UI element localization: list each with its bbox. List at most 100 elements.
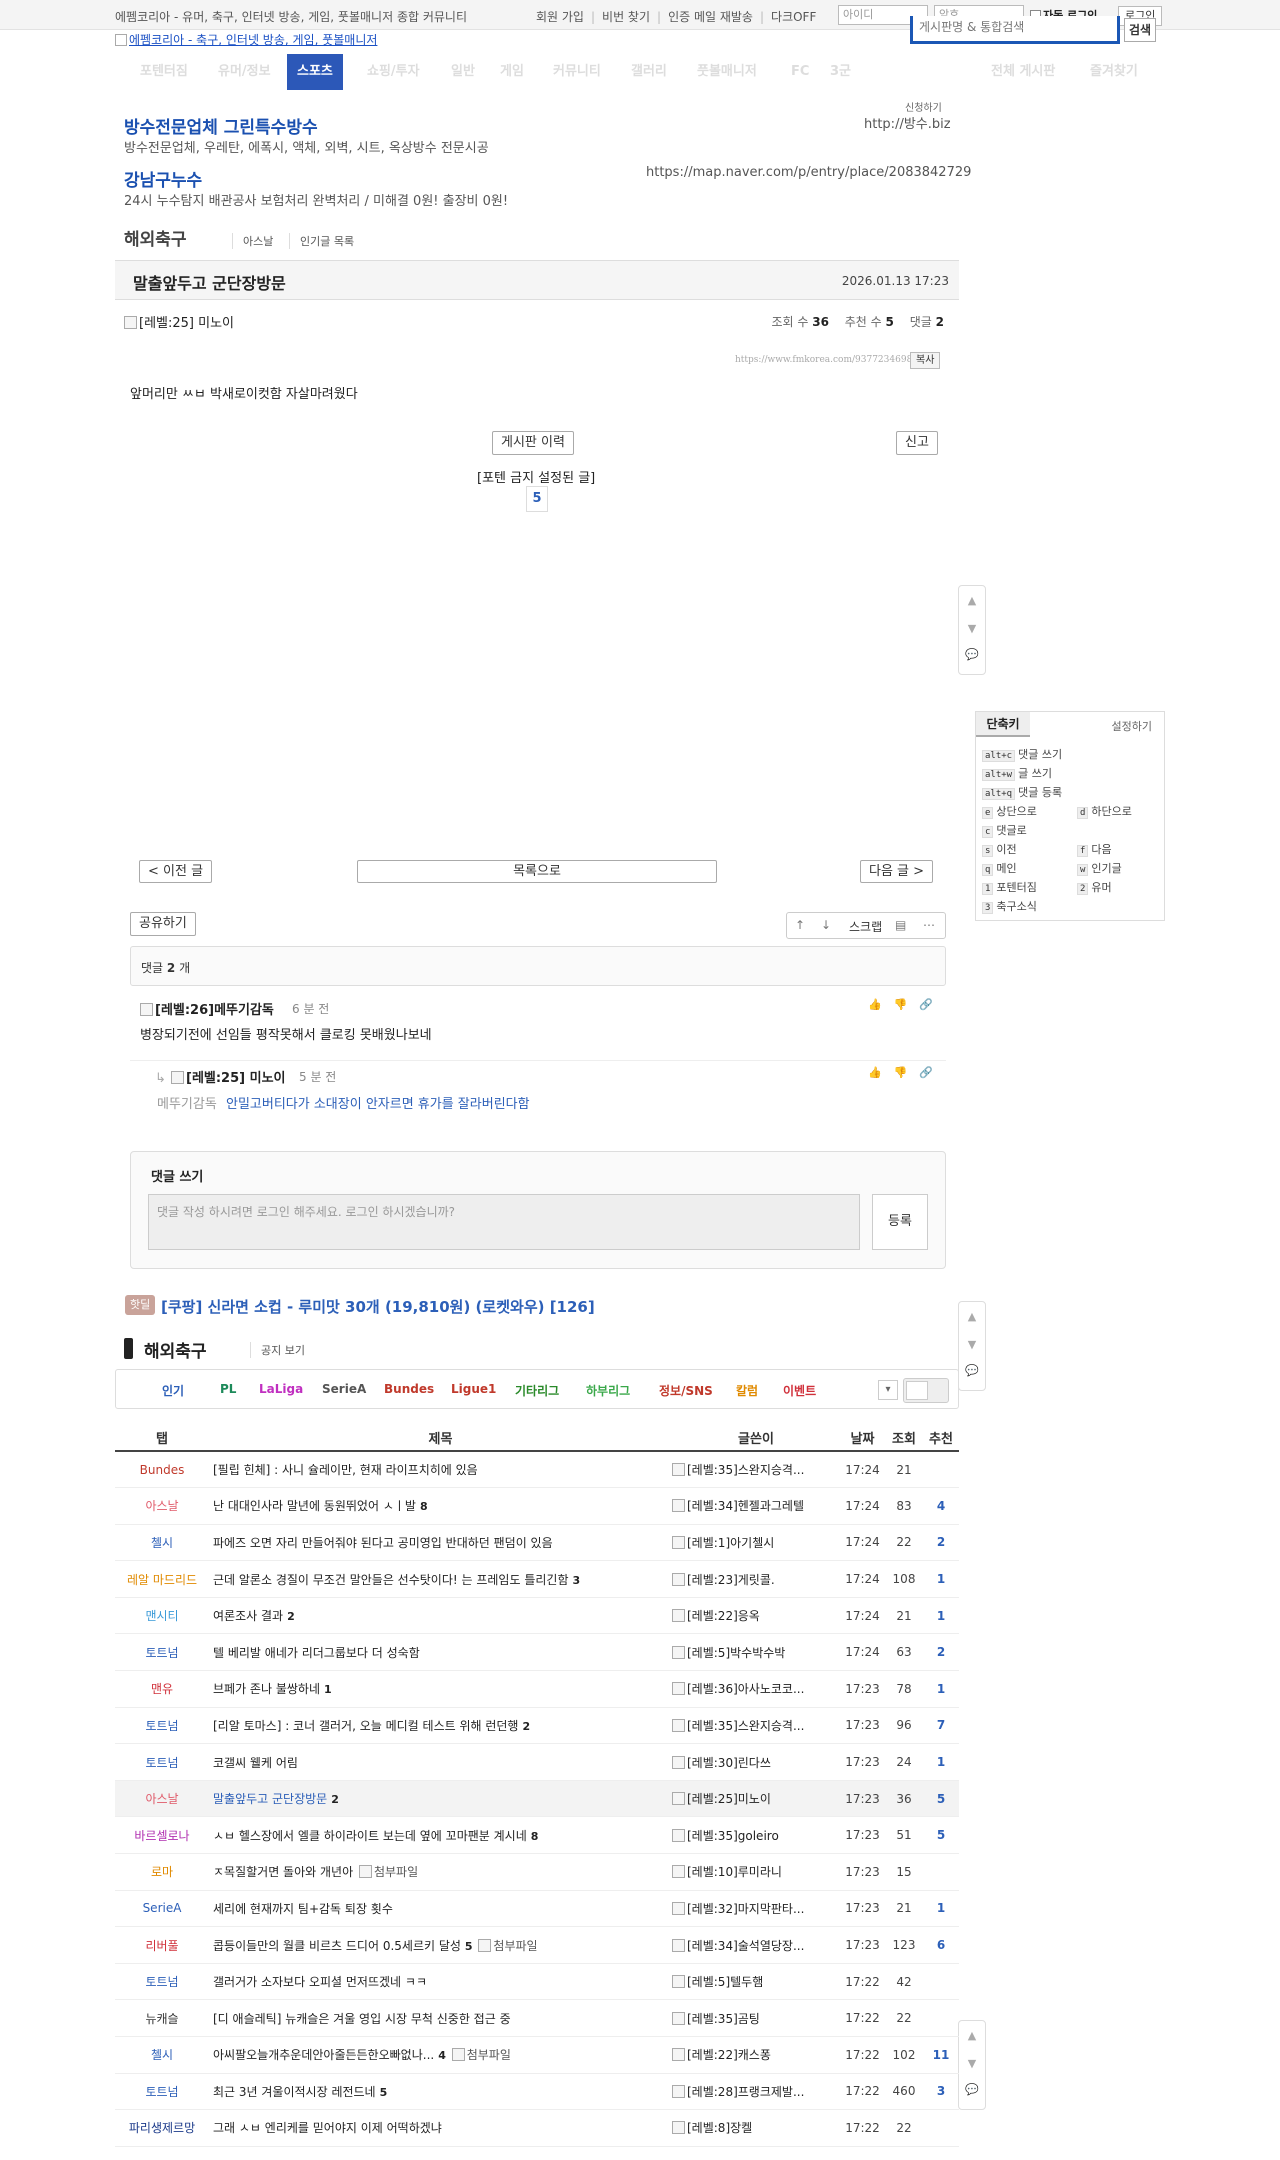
nav-item-shopping[interactable]: 쇼핑/투자: [367, 54, 420, 90]
row-author[interactable]: [레벨:35]곰팅: [672, 1999, 840, 2037]
row-author[interactable]: [레벨:25]미노이: [672, 1780, 840, 1818]
table-row[interactable]: 로마 ㅈ목질할거면 돌아와 개년아 첨부파일 [레벨:10]루미라니 17:23 15: [115, 1853, 959, 1891]
comment-author[interactable]: [레벨:25] 미노이: [171, 1067, 286, 1086]
scroll-bottom-icon[interactable]: ▼: [959, 1338, 985, 1351]
board-link-arsenal[interactable]: 아스날: [232, 233, 273, 249]
post-title-link[interactable]: 난 대대인사라 말년에 동원뛰었어 ㅅㅣ발: [213, 1499, 416, 1513]
post-title-link[interactable]: 갤러거가 소자보다 오피셜 먼저뜨겠네 ㅋㅋ: [213, 1975, 427, 1989]
chevron-down-icon[interactable]: ▾: [878, 1380, 898, 1400]
category-tab[interactable]: 기타리그: [515, 1382, 559, 1399]
row-title[interactable]: [디 애슬레틱] 뉴캐슬은 겨울 영입 시장 무척 신중한 접근 중: [209, 1999, 672, 2037]
row-category[interactable]: 첼시: [115, 2036, 209, 2074]
nav-item-general[interactable]: 일반: [451, 54, 475, 90]
site-logo[interactable]: 에펨코리아 - 축구, 인터넷 방송, 게임, 풋볼매니저: [115, 31, 377, 48]
scroll-top-icon[interactable]: ▲: [959, 1310, 985, 1323]
report-button[interactable]: 신고: [896, 431, 938, 455]
thumbs-up-icon[interactable]: 👍: [868, 998, 894, 1011]
nav-item-fc[interactable]: FC: [791, 54, 809, 90]
row-title[interactable]: 파에즈 오면 자리 만들어줘야 된다고 공미영입 반대하던 팬덤이 있음: [209, 1524, 672, 1562]
nav-item-community[interactable]: 커뮤니티: [553, 54, 601, 90]
table-row[interactable]: 첼시 파에즈 오면 자리 만들어줘야 된다고 공미영입 반대하던 팬덤이 있음 [레…: [115, 1524, 959, 1562]
row-author[interactable]: [레벨:35]스완지승격...: [672, 1451, 840, 1489]
find-password-link[interactable]: 비번 찾기: [602, 10, 650, 24]
row-title[interactable]: 콥등이들만의 월클 비르츠 드디어 0.5세르키 달성 5 첨부파일: [209, 1926, 672, 1964]
board-history-button[interactable]: 게시판 이력: [492, 431, 574, 455]
thumbs-down-icon[interactable]: 👎: [894, 1066, 920, 1079]
table-row[interactable]: 첼시 아씨팔오늘개추운데안아줄든든한오빠없나... 4 첨부파일 [레벨:22]캐스퐁…: [115, 2036, 959, 2074]
nav-item-sports[interactable]: 스포츠: [287, 54, 343, 90]
table-row[interactable]: SerieA 세리에 현재까지 팀+감독 퇴장 횟수 [레벨:32]마지막판타...…: [115, 1890, 959, 1928]
row-title[interactable]: [필립 힌체] : 사니 슐레이만, 현재 라이프치히에 있음: [209, 1451, 672, 1489]
post-title-link[interactable]: 여론조사 결과: [213, 1609, 283, 1623]
comment-icon[interactable]: 💬: [959, 648, 985, 661]
scroll-bottom-icon[interactable]: ▼: [959, 2057, 985, 2070]
post-title-link[interactable]: 말출앞두고 군단장방문: [213, 1792, 327, 1806]
table-row[interactable]: 맨시티 여론조사 결과 2 [레벨:22]응옥 17:24 21 1: [115, 1597, 959, 1635]
row-category[interactable]: 토트넘: [115, 1743, 209, 1781]
row-category[interactable]: 리버풀: [115, 1926, 209, 1964]
post-title-link[interactable]: [필립 힌체] : 사니 슐레이만, 현재 라이프치히에 있음: [213, 1463, 478, 1477]
category-tab[interactable]: Bundes: [384, 1382, 434, 1396]
row-author[interactable]: [레벨:22]응옥: [672, 1597, 840, 1635]
search-input[interactable]: 게시판명 & 통합검색: [910, 16, 1120, 44]
table-row[interactable]: Bundes [필립 힌체] : 사니 슐레이만, 현재 라이프치히에 있음 [레벨…: [115, 1451, 959, 1489]
row-title[interactable]: 난 대대인사라 말년에 동원뛰었어 ㅅㅣ발 8: [209, 1487, 672, 1525]
post-url[interactable]: https://www.fmkorea.com/9377234698: [735, 355, 912, 365]
row-author[interactable]: [레벨:35]goleiro: [672, 1816, 840, 1855]
arrow-down-icon[interactable]: ↓: [821, 918, 831, 932]
row-author[interactable]: [레벨:32]마지막판타...: [672, 1890, 840, 1928]
table-row[interactable]: 뉴캐슬 [디 애슬레틱] 뉴캐슬은 겨울 영입 시장 무척 신중한 접근 중 [레벨…: [115, 1999, 959, 2037]
chart-icon[interactable]: ▤: [895, 918, 906, 932]
share-button[interactable]: 공유하기: [130, 912, 196, 936]
prev-post-button[interactable]: < 이전 글: [139, 860, 213, 883]
row-author[interactable]: [레벨:23]게릿콜.: [672, 1560, 840, 1598]
signup-link[interactable]: 회원 가입: [536, 10, 584, 24]
ad-title[interactable]: 강남구누수: [124, 166, 202, 191]
row-author[interactable]: [레벨:28]프랭크제발...: [672, 2073, 840, 2111]
row-author[interactable]: [레벨:8]장켈: [672, 2109, 840, 2147]
next-post-button[interactable]: 다음 글 >: [860, 860, 934, 883]
table-row[interactable]: 아스날 난 대대인사라 말년에 동원뛰었어 ㅅㅣ발 8 [레벨:34]헨젤과그레텔 17…: [115, 1487, 959, 1525]
row-title[interactable]: 말출앞두고 군단장방문 2: [209, 1780, 672, 1818]
post-title-link[interactable]: 브페가 존나 불쌍하네: [213, 1682, 320, 1696]
table-row[interactable]: 바르셀로나 ㅅㅂ 헬스장에서 엘클 하이라이트 보는데 옆에 꼬마팬분 계시네 8[…: [115, 1816, 959, 1855]
thumbs-up-icon[interactable]: 👍: [868, 1066, 894, 1079]
row-title[interactable]: 최근 3년 겨울이적시장 레전드네 5: [209, 2073, 672, 2111]
row-category[interactable]: 맨유: [115, 1670, 209, 1708]
category-tab[interactable]: 정보/SNS: [659, 1382, 713, 1399]
comment-textarea[interactable]: 댓글 작성 하시려면 로그인 해주세요. 로그인 하시겠습니까?: [148, 1194, 860, 1250]
row-category[interactable]: 토트넘: [115, 1633, 209, 1672]
shortcut-tab[interactable]: 단축키: [976, 712, 1030, 737]
post-title-link[interactable]: 세리에 현재까지 팀+감독 퇴장 횟수: [213, 1902, 393, 1916]
row-author[interactable]: [레벨:36]아사노코코...: [672, 1670, 840, 1708]
row-title[interactable]: 세리에 현재까지 팀+감독 퇴장 횟수: [209, 1890, 672, 1928]
search-button[interactable]: 검색: [1124, 18, 1157, 42]
row-author[interactable]: [레벨:34]헨젤과그레텔: [672, 1487, 840, 1525]
row-title[interactable]: 아씨팔오늘개추운데안아줄든든한오빠없나... 4 첨부파일: [209, 2036, 672, 2074]
comment-icon[interactable]: 💬: [959, 2083, 985, 2096]
vote-count[interactable]: 5: [526, 486, 548, 512]
post-title-link[interactable]: 최근 3년 겨울이적시장 레전드네: [213, 2085, 376, 2099]
nav-item-gallery[interactable]: 갤러리: [631, 54, 667, 90]
row-title[interactable]: 갤러거가 소자보다 오피셜 먼저뜨겠네 ㅋㅋ: [209, 1963, 672, 2001]
comment-icon[interactable]: 💬: [959, 1364, 985, 1377]
nav-item-all-boards[interactable]: 전체 게시판: [991, 54, 1055, 90]
table-row[interactable]: 아스날 말출앞두고 군단장방문 2 [레벨:25]미노이 17:23 36 5: [115, 1780, 959, 1818]
row-title[interactable]: 근데 알론소 경질이 무조건 말안들은 선수탓이다! 는 프레임도 틀리긴함 3: [209, 1560, 672, 1598]
row-category[interactable]: 아스날: [115, 1780, 209, 1818]
row-author[interactable]: [레벨:35]스완지승격...: [672, 1707, 840, 1745]
row-category[interactable]: 토트넘: [115, 1963, 209, 2001]
row-category[interactable]: 파리생제르망: [115, 2109, 209, 2147]
nav-item-game[interactable]: 게임: [500, 54, 524, 90]
row-category[interactable]: 토트넘: [115, 2073, 209, 2111]
row-category[interactable]: 뉴캐슬: [115, 1999, 209, 2037]
row-category[interactable]: 바르셀로나: [115, 1816, 209, 1855]
row-category[interactable]: Bundes: [115, 1451, 209, 1489]
post-title-link[interactable]: ㅅㅂ 헬스장에서 엘클 하이라이트 보는데 옆에 꼬마팬분 계시네: [213, 1829, 527, 1843]
list-button[interactable]: 목록으로: [357, 860, 717, 883]
row-author[interactable]: [레벨:10]루미라니: [672, 1853, 840, 1891]
copy-url-button[interactable]: 복사: [910, 352, 941, 369]
nav-item-humor[interactable]: 유머/정보: [218, 54, 271, 90]
resend-email-link[interactable]: 인증 메일 재발송: [668, 10, 753, 24]
board-link-popular[interactable]: 인기글 목록: [289, 233, 354, 249]
